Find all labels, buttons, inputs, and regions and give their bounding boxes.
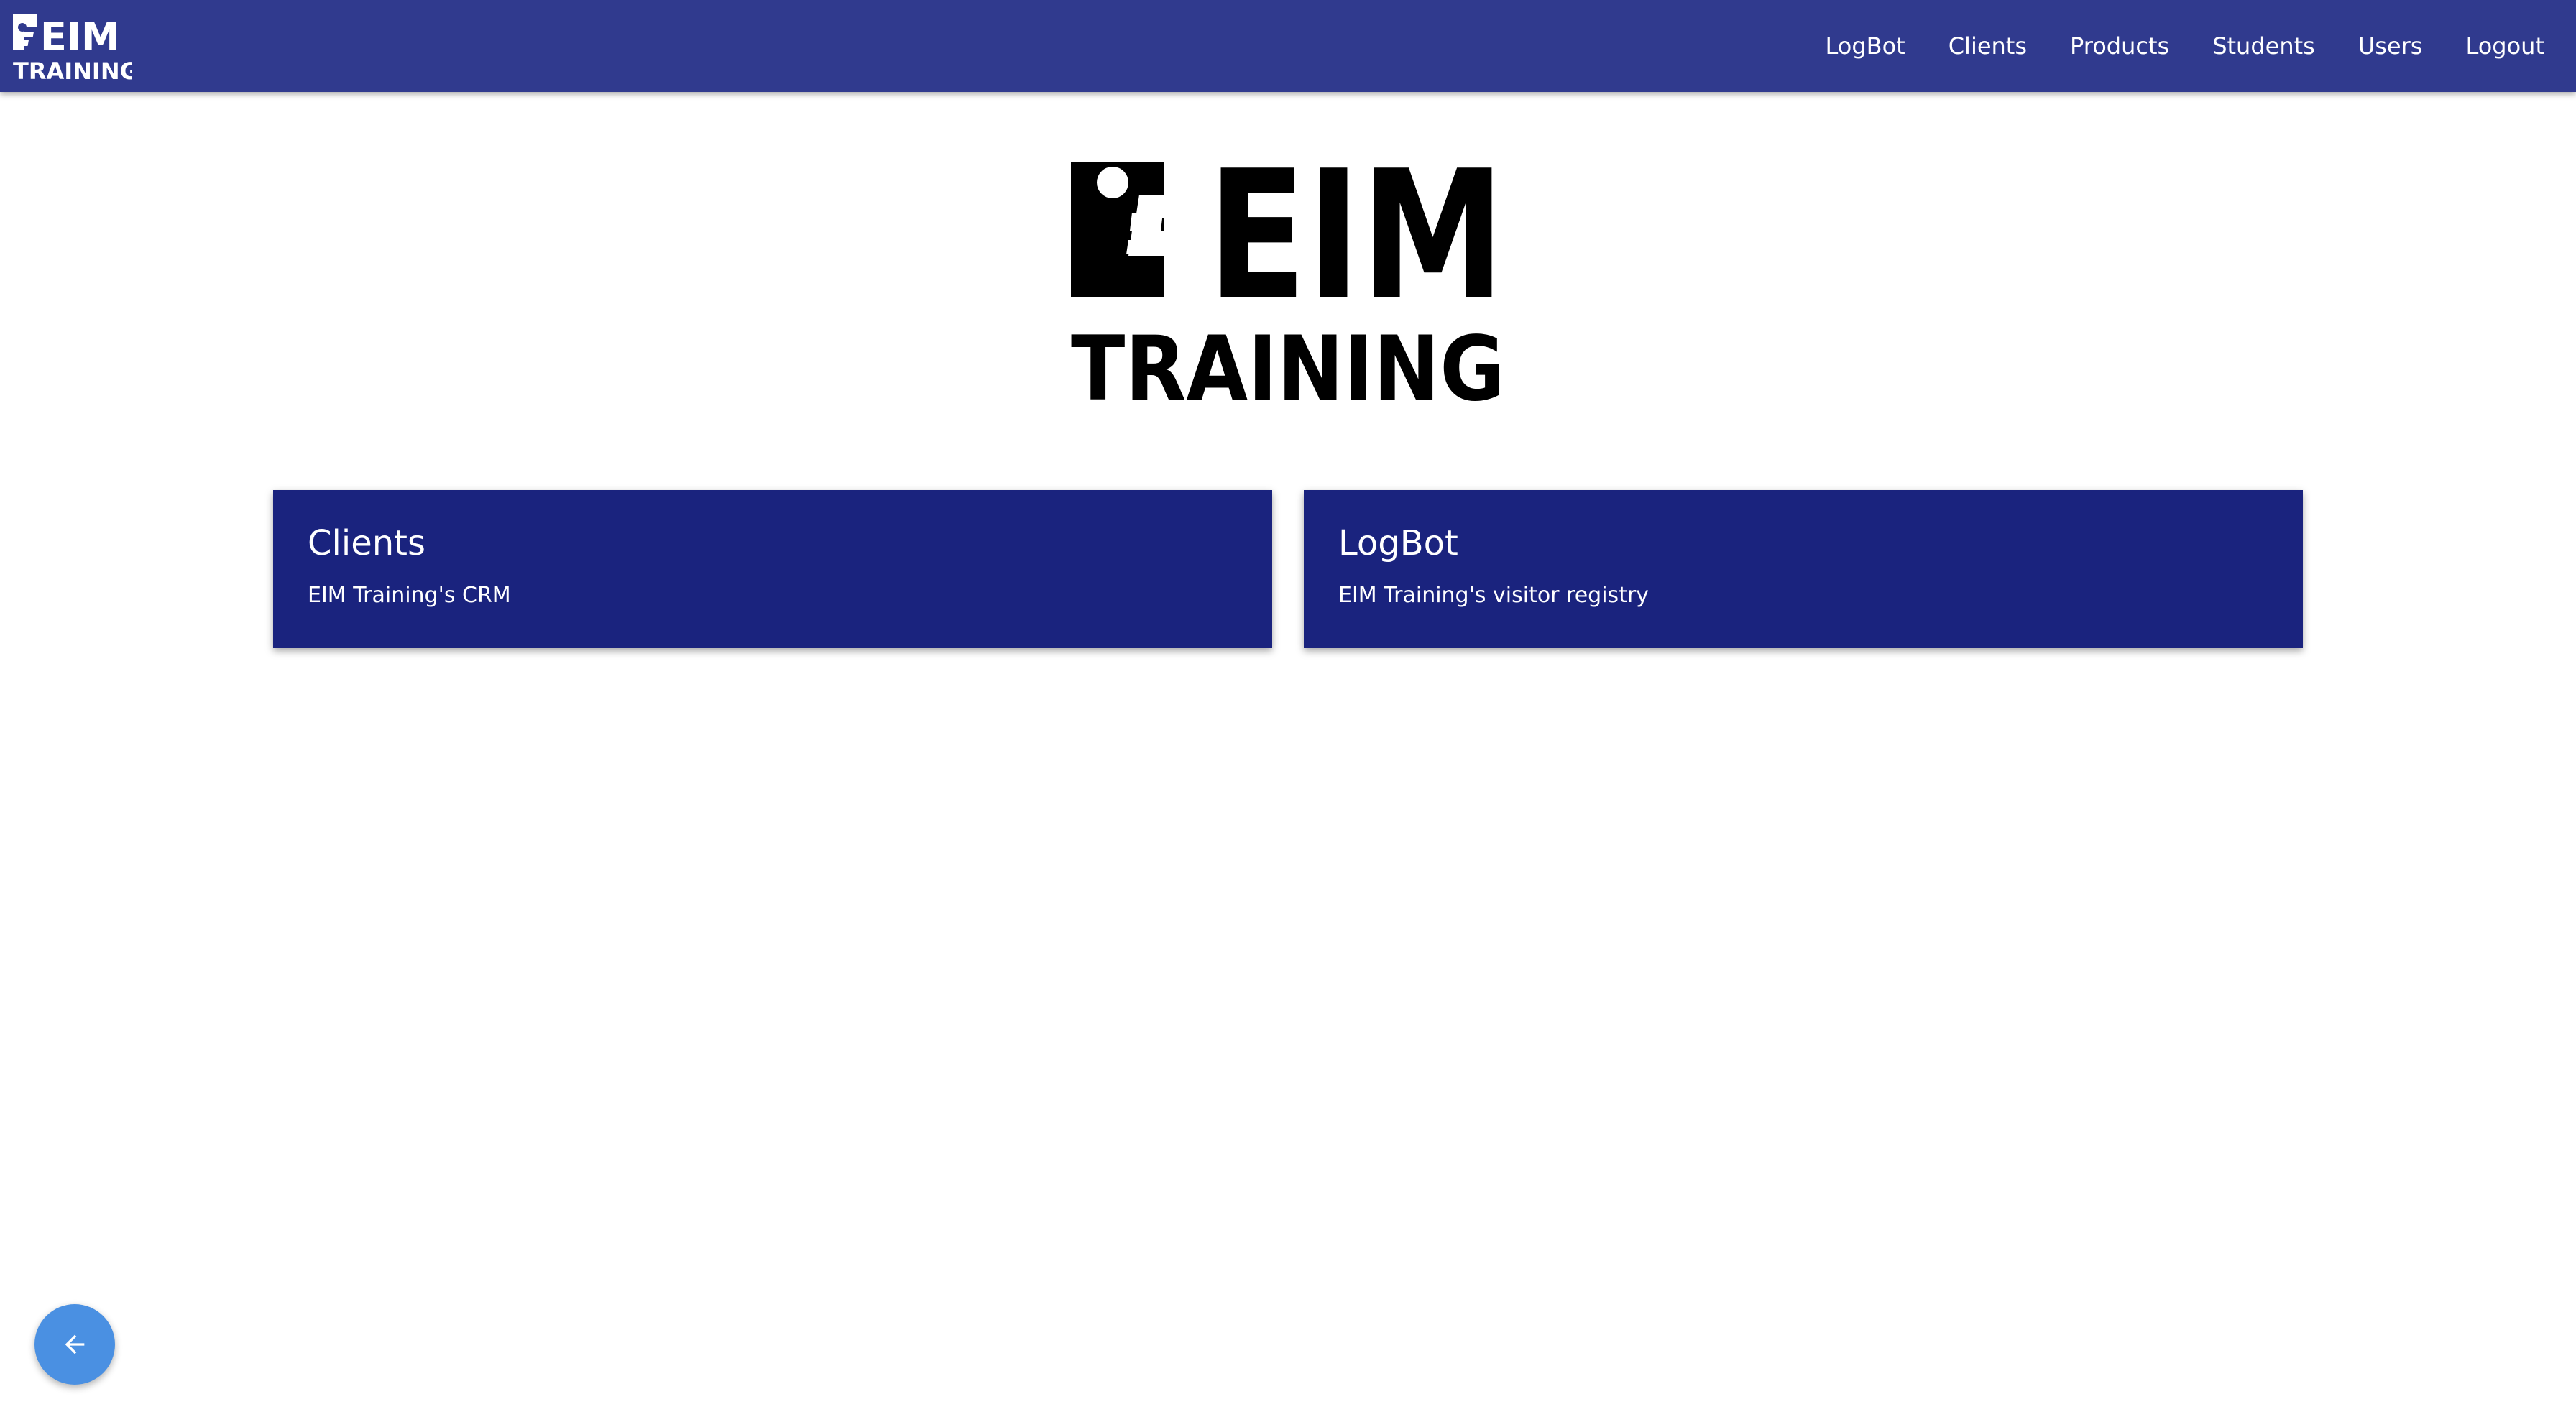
hero-logo: EIM TRAINING xyxy=(1071,133,1505,421)
nav-links: LogBot Clients Products Students Users L… xyxy=(1803,0,2566,92)
nav-item-clients[interactable]: Clients xyxy=(1927,0,2048,92)
arrow-left-icon xyxy=(65,1334,85,1354)
svg-text:EIM: EIM xyxy=(40,14,120,60)
nav-item-products[interactable]: Products xyxy=(2048,0,2191,92)
nav-item-logbot[interactable]: LogBot xyxy=(1803,0,1926,92)
nav-logo[interactable]: EIM TRAINING xyxy=(13,11,139,85)
nav-item-users[interactable]: Users xyxy=(2337,0,2444,92)
card-subtitle: EIM Training's visitor registry xyxy=(1338,583,1650,608)
card-clients[interactable]: Clients EIM Training's CRM xyxy=(273,490,1272,648)
svg-text:TRAINING: TRAINING xyxy=(13,57,132,80)
nav-item-logout[interactable]: Logout xyxy=(2444,0,2566,92)
nav-item-students[interactable]: Students xyxy=(2191,0,2337,92)
svg-text:EIM: EIM xyxy=(1208,162,1505,340)
top-navbar: EIM TRAINING LogBot Clients Products Stu… xyxy=(0,0,2576,92)
card-subtitle: EIM Training's CRM xyxy=(308,583,511,608)
card-title: LogBot xyxy=(1338,523,1458,563)
card-title: Clients xyxy=(308,523,426,563)
svg-text:TRAINING: TRAINING xyxy=(1071,318,1505,403)
card-logbot[interactable]: LogBot EIM Training's visitor registry xyxy=(1304,490,2303,648)
back-button[interactable] xyxy=(34,1304,115,1385)
